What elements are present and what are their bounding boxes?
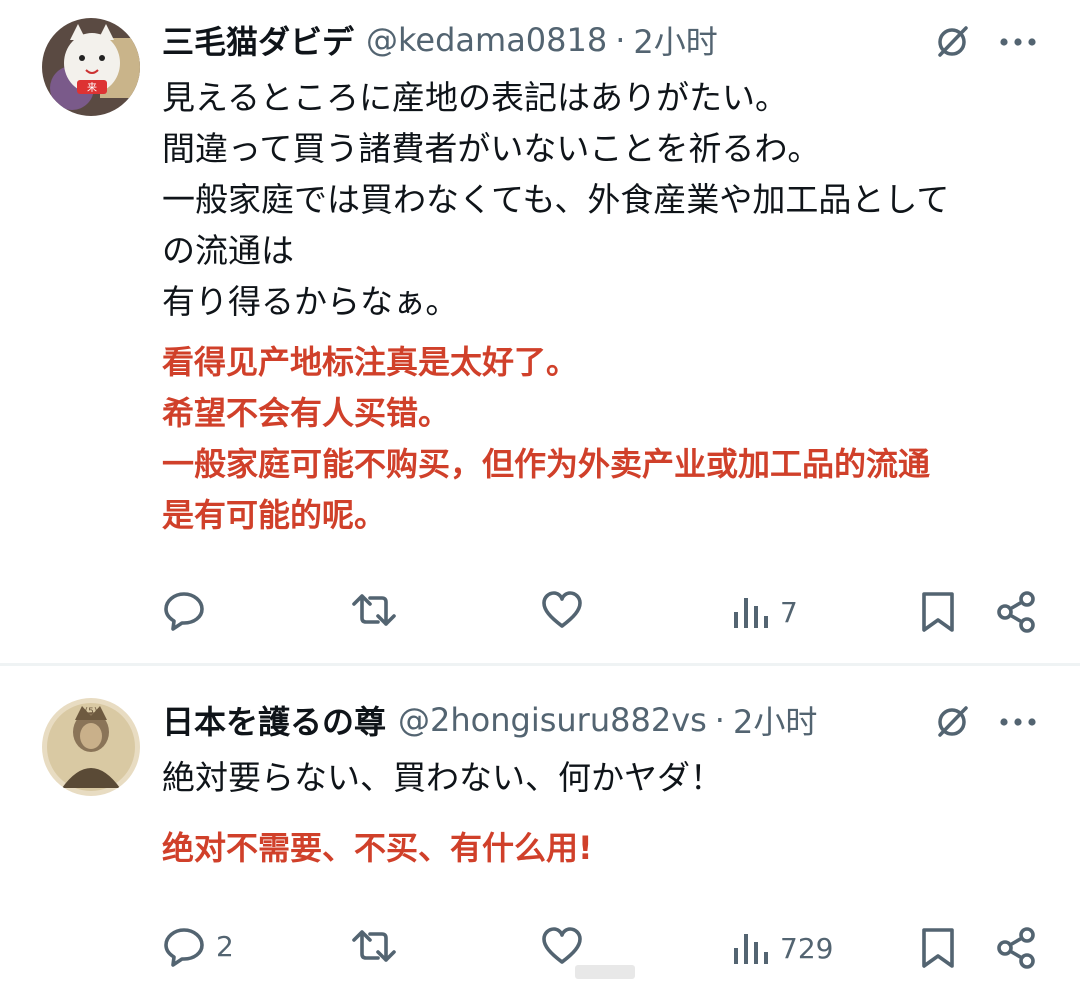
bookmark-button[interactable] — [918, 924, 958, 972]
translation-line: 看得见产地标注真是太好了。 — [162, 343, 579, 381]
translation-line: 希望不会有人买错。 — [162, 394, 451, 432]
heart-icon — [540, 588, 584, 632]
translation-text: 绝对不需要、不买、有什么用! — [162, 823, 593, 874]
tweet-text-line: 見えるところに産地の表記はありがたい。 — [162, 78, 789, 117]
author-handle[interactable]: @kedama0818 — [366, 21, 607, 59]
bookmark-icon — [918, 926, 958, 970]
views-count: 729 — [780, 931, 834, 965]
tweet-text-line: 絶対要らない、買わない、何かヤダ！ — [162, 758, 723, 797]
translation-line: 是有可能的呢。 — [162, 496, 387, 534]
like-button[interactable] — [540, 586, 594, 634]
bookmark-icon — [918, 590, 958, 634]
translation-line: 绝对不需要、不买、有什么用! — [162, 829, 593, 867]
author-handle[interactable]: @2hongisuru882vs — [398, 701, 707, 739]
svg-text:(5): (5) — [85, 707, 98, 717]
more-dots-icon[interactable] — [994, 698, 1042, 746]
views-button[interactable]: 729 — [730, 924, 833, 972]
tweet-header: 三毛猫ダビデ @kedama0818 · 2小时 — [162, 16, 718, 64]
tweet-text-line: 間違って買う諸費者がいないことを祈るわ。 — [162, 129, 821, 168]
reply-icon — [162, 588, 206, 632]
timestamp[interactable]: 2小时 — [633, 17, 717, 63]
tweet-text: 絶対要らない、買わない、何かヤダ！ — [162, 752, 723, 803]
tweet-text-line: 有り得るからなぁ。 — [162, 282, 459, 321]
more-dots-icon[interactable] — [994, 18, 1042, 66]
grok-slash-icon[interactable] — [928, 698, 976, 746]
translation-text: 看得见产地标注真是太好了。 希望不会有人买错。 一般家庭可能不购买，但作为外卖产… — [162, 337, 930, 541]
repost-button[interactable] — [350, 922, 408, 970]
share-button[interactable] — [994, 588, 1038, 636]
repost-icon — [350, 588, 398, 632]
reply-button[interactable]: 2 — [162, 922, 234, 970]
views-chart-icon — [730, 928, 770, 968]
tweet[interactable]: 来 三毛猫ダビデ @kedama0818 · 2小时 見えるところに産地の表記は… — [0, 0, 1080, 664]
like-button[interactable] — [540, 922, 594, 970]
grok-slash-icon[interactable] — [928, 18, 976, 66]
heart-icon — [540, 924, 584, 968]
author-name[interactable]: 三毛猫ダビデ — [162, 17, 354, 63]
share-icon — [994, 590, 1038, 634]
tweet-text: 見えるところに産地の表記はありがたい。 間違って買う諸費者がいないことを祈るわ。… — [162, 72, 949, 327]
share-icon — [994, 926, 1038, 970]
watermark — [575, 965, 635, 979]
timestamp[interactable]: 2小时 — [733, 697, 817, 743]
tweet[interactable]: (5) 日本を護るの尊 @2hongisuru882vs · 2小时 絶対要らな… — [0, 666, 1080, 1002]
svg-text:来: 来 — [87, 82, 97, 94]
tweet-text-line: 一般家庭では買わなくても、外食産業や加工品として — [162, 180, 950, 219]
reply-button[interactable] — [162, 586, 216, 634]
reply-icon — [162, 924, 206, 968]
avatar[interactable]: (5) — [42, 698, 140, 796]
repost-icon — [350, 924, 398, 968]
translation-line: 一般家庭可能不购买，但作为外卖产业或加工品的流通 — [162, 445, 931, 483]
author-name[interactable]: 日本を護るの尊 — [162, 697, 386, 743]
separator: · — [714, 701, 725, 739]
tweet-text-line: の流通は — [162, 231, 294, 270]
avatar[interactable]: 来 — [42, 18, 140, 116]
separator: · — [615, 21, 626, 59]
tweet-header: 日本を護るの尊 @2hongisuru882vs · 2小时 — [162, 696, 817, 744]
reply-count: 2 — [216, 929, 234, 963]
repost-button[interactable] — [350, 586, 408, 634]
views-count: 7 — [780, 595, 798, 629]
views-button[interactable]: 7 — [730, 588, 798, 636]
share-button[interactable] — [994, 924, 1038, 972]
views-chart-icon — [730, 592, 770, 632]
bookmark-button[interactable] — [918, 588, 958, 636]
